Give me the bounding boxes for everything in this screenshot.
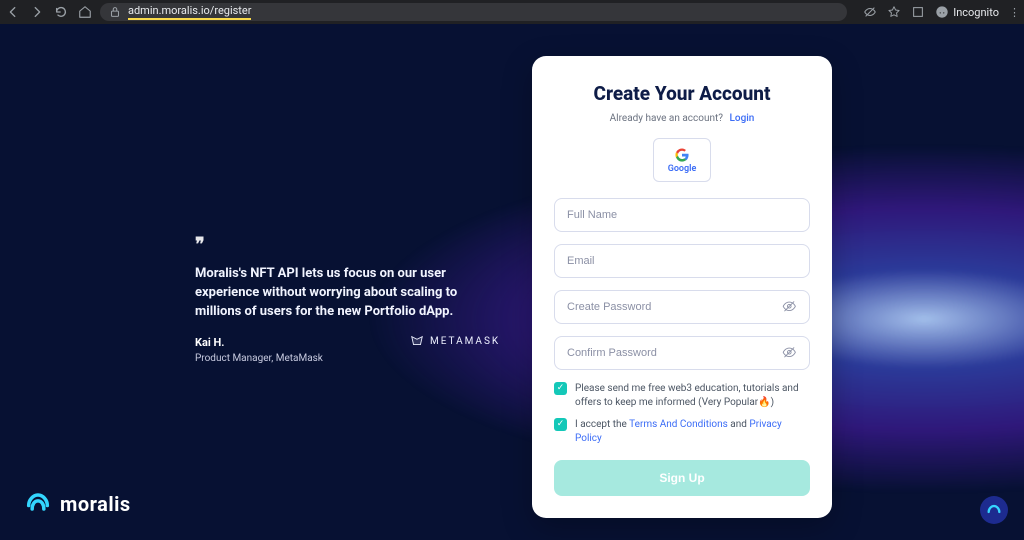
brand-wordmark: moralis <box>60 492 131 516</box>
incognito-label: Incognito <box>953 6 999 19</box>
confirm-visibility-icon[interactable] <box>782 345 797 361</box>
login-link[interactable]: Login <box>730 113 755 124</box>
home-icon[interactable] <box>78 5 92 19</box>
email-input[interactable] <box>567 255 797 267</box>
testimonial-block: ❞ Moralis's NFT API lets us focus on our… <box>195 234 485 364</box>
url-bar[interactable]: admin.moralis.io/register <box>100 3 847 21</box>
confirm-password-field[interactable] <box>554 336 810 370</box>
marketing-consent-checkbox[interactable]: ✓ <box>554 382 567 395</box>
testimonial-author-title: Product Manager, MetaMask <box>195 353 485 364</box>
terms-accept-row[interactable]: ✓ I accept the Terms And Conditions and … <box>554 418 810 446</box>
forward-icon[interactable] <box>30 5 44 19</box>
url-text: admin.moralis.io/register <box>128 4 251 20</box>
back-icon[interactable] <box>6 5 20 19</box>
brand-logo[interactable]: moralis <box>24 488 131 520</box>
help-fab[interactable] <box>980 496 1008 524</box>
google-label: Google <box>668 164 697 174</box>
signup-title: Create Your Account <box>554 82 810 105</box>
reload-icon[interactable] <box>54 5 68 19</box>
signup-button[interactable]: Sign Up <box>554 460 810 496</box>
google-icon <box>675 147 689 161</box>
password-visibility-icon[interactable] <box>782 299 797 315</box>
testimonial-quote: Moralis's NFT API lets us focus on our u… <box>195 265 485 322</box>
full-name-field[interactable] <box>554 198 810 232</box>
email-field[interactable] <box>554 244 810 278</box>
terms-accept-checkbox[interactable]: ✓ <box>554 418 567 431</box>
browser-chrome: admin.moralis.io/register Incognito ⋮ <box>0 0 1024 24</box>
page: ❞ Moralis's NFT API lets us focus on our… <box>0 24 1024 540</box>
signup-subtitle: Already have an account? Login <box>554 113 810 124</box>
marketing-consent-label: Please send me free web3 education, tuto… <box>575 382 810 410</box>
extensions-icon[interactable] <box>911 5 925 19</box>
eye-off-icon[interactable] <box>863 5 877 19</box>
moralis-icon <box>24 488 52 520</box>
lock-icon <box>108 5 122 19</box>
terms-link[interactable]: Terms And Conditions <box>629 419 728 430</box>
bookmark-star-icon[interactable] <box>887 5 901 19</box>
password-field[interactable] <box>554 290 810 324</box>
marketing-consent-row[interactable]: ✓ Please send me free web3 education, tu… <box>554 382 810 410</box>
full-name-input[interactable] <box>567 209 797 221</box>
moralis-mark-icon <box>986 502 1002 518</box>
google-signin-button[interactable]: Google <box>653 138 711 182</box>
incognito-badge[interactable]: Incognito <box>935 5 999 19</box>
incognito-icon <box>935 5 949 19</box>
metamask-icon <box>410 334 424 348</box>
confirm-password-input[interactable] <box>567 347 776 359</box>
kebab-menu-icon[interactable]: ⋮ <box>1009 6 1018 19</box>
password-input[interactable] <box>567 301 776 313</box>
terms-accept-label: I accept the Terms And Conditions and Pr… <box>575 418 810 446</box>
signup-card: Create Your Account Already have an acco… <box>532 56 832 518</box>
quote-icon: ❞ <box>195 234 485 255</box>
partner-badge: METAMASK <box>410 334 500 348</box>
partner-label: METAMASK <box>430 336 500 347</box>
